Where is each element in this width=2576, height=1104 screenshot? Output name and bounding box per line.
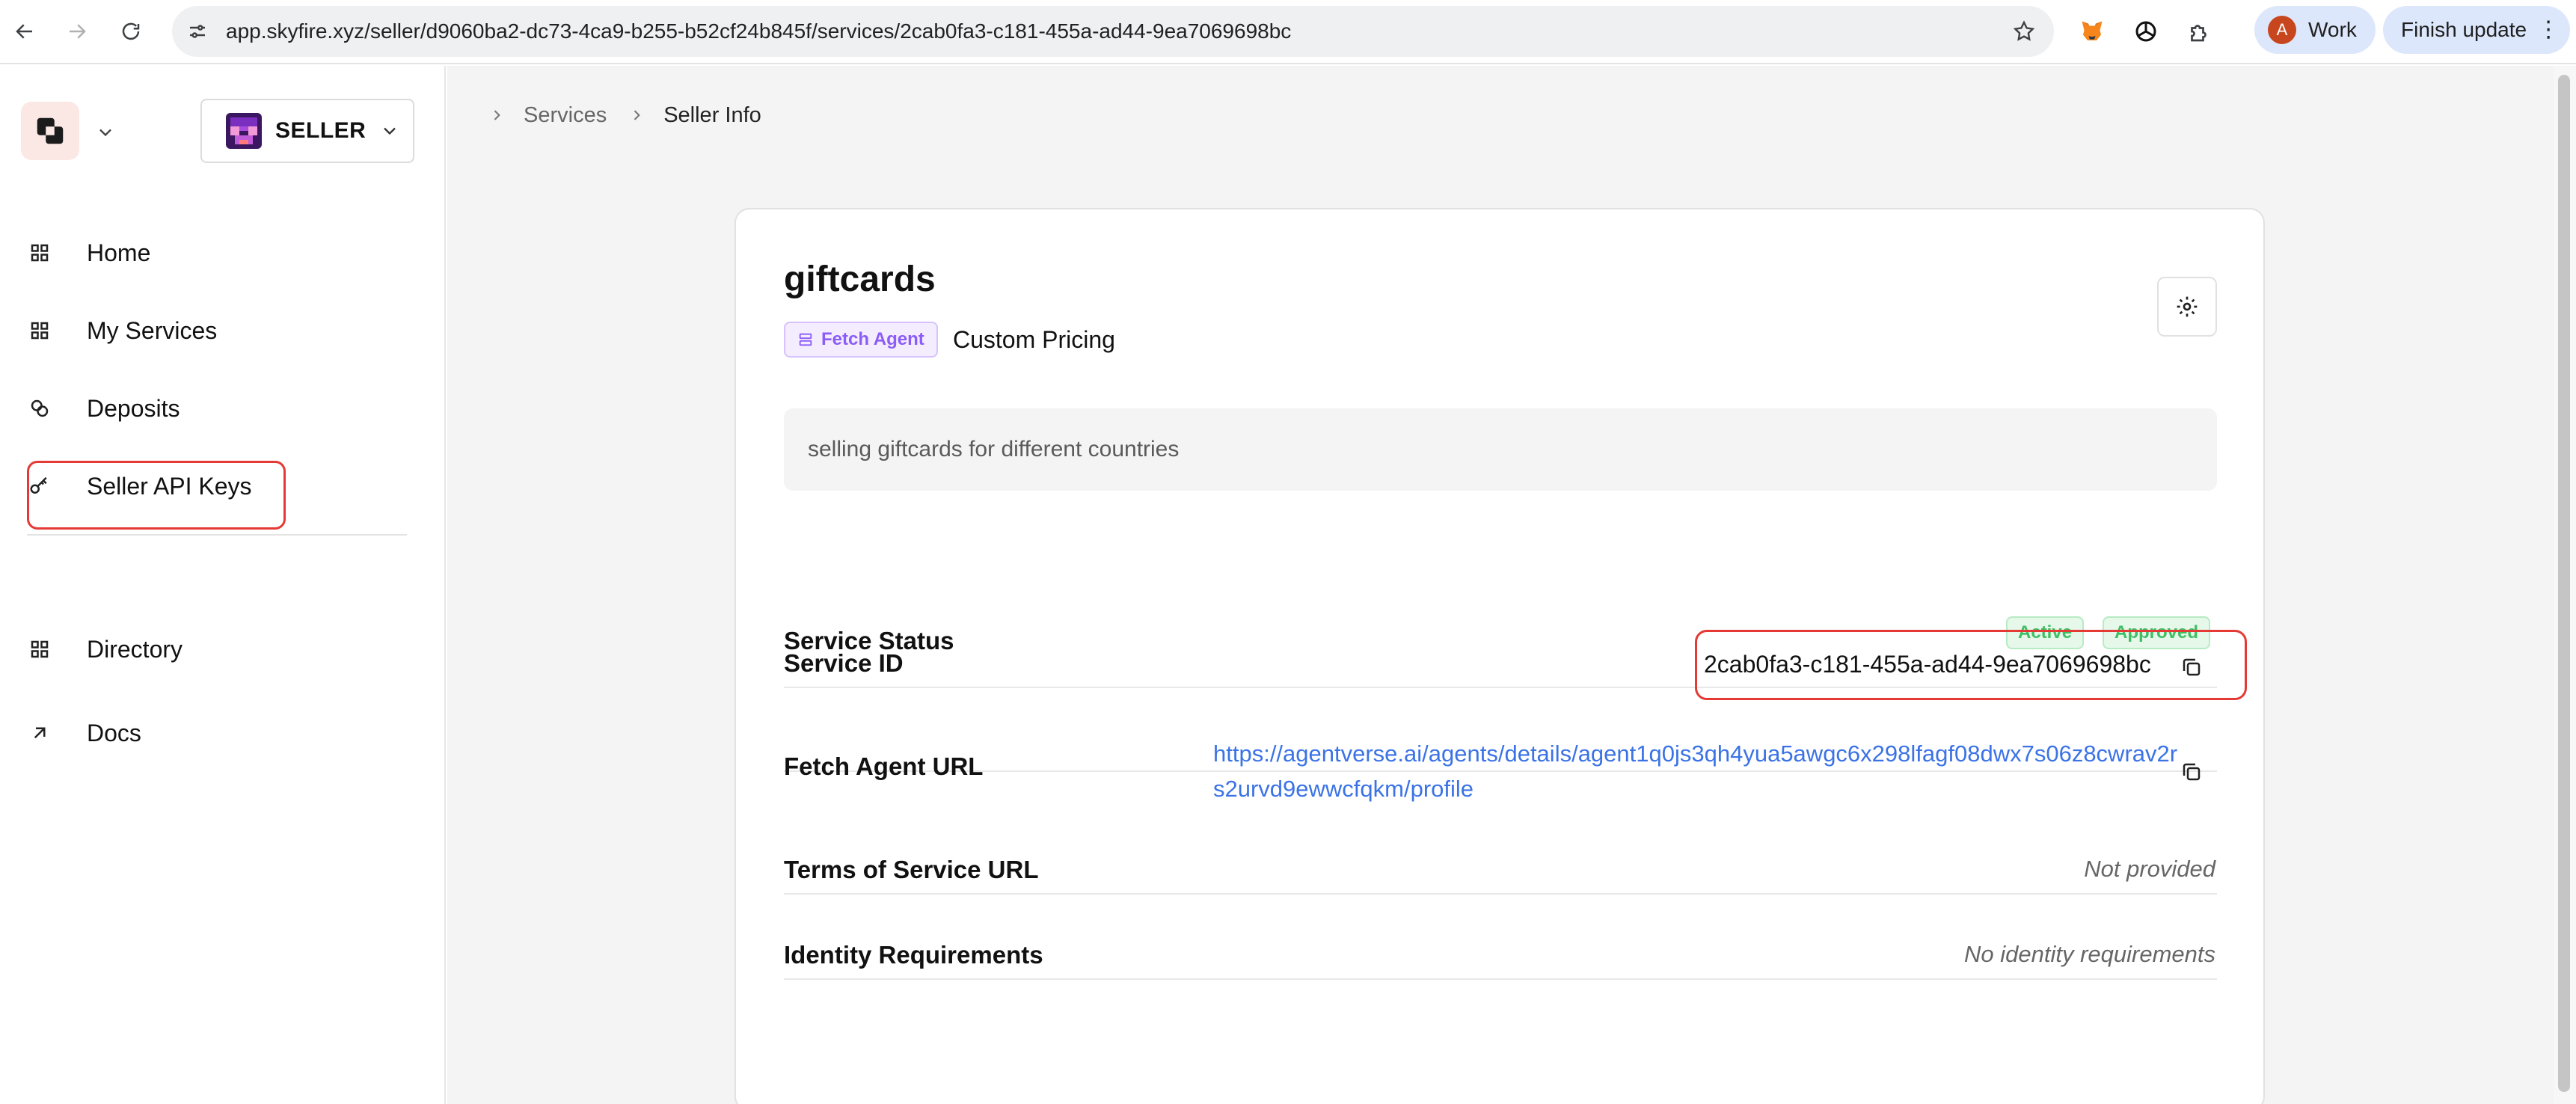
service-id-value: 2cab0fa3-c181-455a-ad44-9ea7069698bc [1704,651,2151,678]
url-text[interactable]: app.skyfire.xyz/seller/d9060ba2-dc73-4ca… [226,19,1291,43]
bookmark-star-icon[interactable] [2009,16,2039,46]
fetch-agent-url-link[interactable]: https://agentverse.ai/agents/details/age… [1213,736,2186,806]
sidebar-item-label: Home [87,239,151,266]
metamask-fox-icon[interactable] [2073,13,2111,50]
sidebar-item-deposits[interactable]: Deposits [27,386,180,431]
terms-of-service-label: Terms of Service URL [784,856,1039,883]
chevron-right-icon [626,105,647,126]
service-title: giftcards [784,260,936,299]
row-divider [784,893,2217,895]
grid-icon [27,240,52,266]
settings-button[interactable] [2157,277,2217,337]
breadcrumb-services-link[interactable]: Services [524,103,607,128]
role-avatar [226,113,262,149]
chevron-down-icon [379,120,402,142]
sidebar-item-label: Deposits [87,394,180,422]
forward-button[interactable] [58,13,96,50]
reload-icon [122,22,140,40]
agent-type-label: Fetch Agent [821,329,924,349]
copy-fetch-url-icon[interactable] [2177,757,2207,787]
gear-icon [2177,296,2198,317]
breadcrumb: Services Seller Info [486,99,761,132]
sidebar-item-directory[interactable]: Directory [27,627,183,672]
profile-avatar: A [2268,16,2296,44]
identity-requirements-label: Identity Requirements [784,941,1043,969]
terms-of-service-value: Not provided [2084,856,2215,882]
arrow-right-icon [70,24,86,39]
seller-api-keys-highlight [27,461,286,530]
finish-update-label: Finish update [2401,18,2527,41]
copy-service-id-icon[interactable] [2177,652,2207,682]
scrollbar-thumb[interactable] [2558,75,2570,1092]
sidebar-item-label: Docs [87,719,141,746]
role-label: SELLER [275,118,367,143]
address-bar[interactable]: app.skyfire.xyz/seller/d9060ba2-dc73-4ca… [172,6,2054,57]
sidebar-item-home[interactable]: Home [27,230,150,275]
more-vertical-icon: ⋮ [2537,17,2560,42]
browser-toolbar: app.skyfire.xyz/seller/d9060ba2-dc73-4ca… [0,0,2576,64]
server-icon [797,331,814,348]
profile-button[interactable]: A Work [2254,6,2376,54]
coins-icon [27,396,52,421]
back-button[interactable] [6,13,43,50]
sidebar-divider [27,534,407,536]
profile-name: Work [2308,18,2357,41]
org-logo[interactable] [21,102,79,160]
service-info-card: giftcards Fetch Agent Custom Pricing sel… [735,208,2265,1104]
service-description: selling giftcards for different countrie… [808,437,1180,461]
openai-icon[interactable] [2127,13,2165,50]
fetch-agent-url-label: Fetch Agent URL [784,752,984,780]
sidebar: SELLER Home My Services Deposits Seller … [0,66,446,1104]
description-box: selling giftcards for different countrie… [784,408,2217,491]
org-switcher-chevron-icon[interactable] [93,120,118,145]
arrow-up-right-icon [27,720,52,746]
reload-button[interactable] [112,13,150,50]
role-switcher[interactable]: SELLER [200,99,414,163]
grid-icon [27,637,52,662]
logo-icon [37,117,64,144]
agent-type-badge: Fetch Agent [784,322,938,358]
row-divider [784,978,2217,980]
breadcrumb-current: Seller Info [663,102,761,127]
service-id-label: Service ID [784,649,904,677]
arrow-left-icon [16,24,32,39]
grid-icon [27,318,52,343]
finish-update-button[interactable]: Finish update ⋮ [2383,6,2570,54]
puzzle-extensions-icon[interactable] [2181,13,2218,50]
sidebar-item-docs[interactable]: Docs [27,711,141,755]
chevron-right-icon [486,105,507,126]
main-content: Services Seller Info giftcards Fetch Age… [447,66,2576,1104]
sidebar-item-label: Directory [87,635,183,663]
sidebar-item-label: My Services [87,316,218,344]
site-settings-icon[interactable] [183,16,212,46]
pricing-label: Custom Pricing [953,326,1115,353]
identity-requirements-value: No identity requirements [1964,941,2215,967]
sidebar-item-my-services[interactable]: My Services [27,308,217,353]
